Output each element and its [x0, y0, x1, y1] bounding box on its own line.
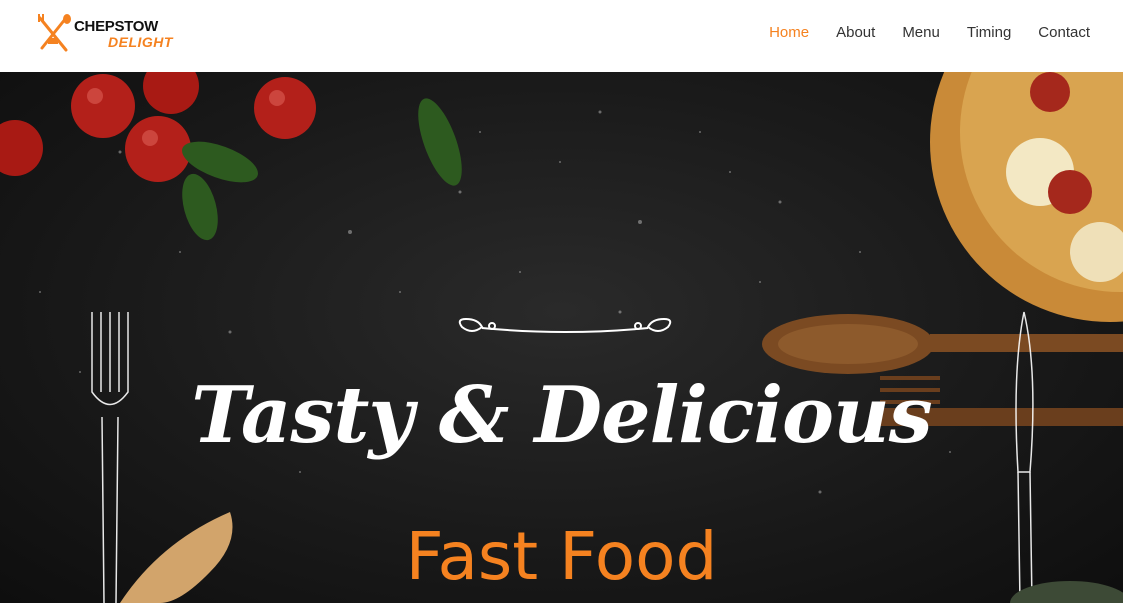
nav-timing-link[interactable]: Timing — [967, 24, 1011, 41]
hero-headline: Tasty & Delicious — [191, 370, 932, 461]
top-navbar: CHEPSTOW DELIGHT Home About Menu Timing … — [0, 0, 1123, 72]
nav-about-link[interactable]: About — [836, 24, 875, 41]
basil-decoration — [182, 98, 462, 241]
main-menu: Home About Menu Timing Contact — [769, 24, 1090, 41]
brand-logo[interactable]: CHEPSTOW DELIGHT — [36, 12, 176, 58]
nav-contact-link[interactable]: Contact — [1038, 24, 1090, 41]
nav-menu-link[interactable]: Menu — [902, 24, 940, 41]
brand-name-top: CHEPSTOW — [74, 18, 158, 35]
hero-banner: Tasty & Delicious Fast Food — [0, 72, 1123, 603]
fork-spoon-logo-icon — [38, 14, 71, 52]
tomatoes-decoration — [0, 72, 316, 182]
flourish-ornament-icon — [458, 317, 672, 333]
nav-home-link[interactable]: Home — [769, 24, 809, 41]
pizza-decoration — [930, 72, 1123, 322]
brand-name-bottom: DELIGHT — [108, 34, 173, 50]
hero-subline: Fast Food — [405, 518, 718, 595]
